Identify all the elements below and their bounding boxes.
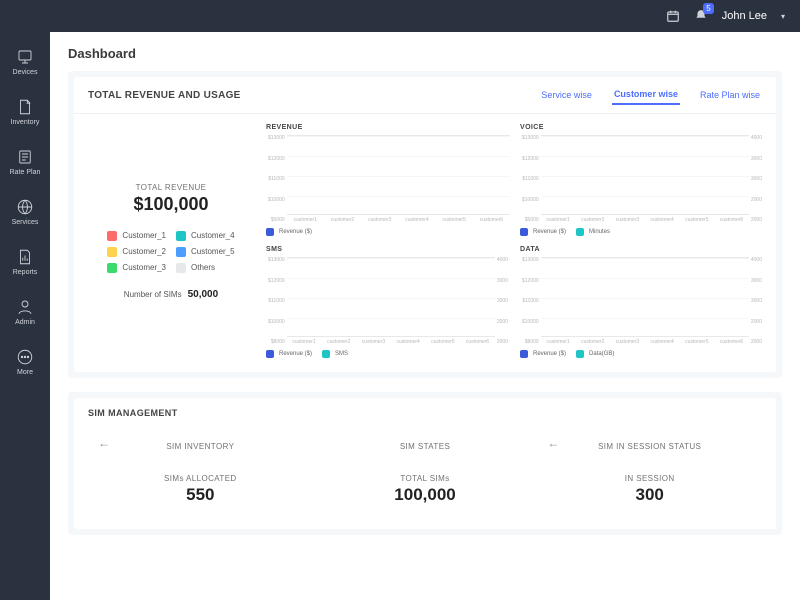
chevron-down-icon[interactable]: ▾ [781,12,785,21]
sidebar-item-rate-plan[interactable]: Rate Plan [0,146,50,178]
tab-service-wise[interactable]: Service wise [539,86,594,104]
legend-item: Customer_3 [107,263,166,273]
sim-col-inventory: ← SIM INVENTORY [88,436,313,454]
charts-grid: REVENUE$13000$12000$11000$10000$5000cust… [266,124,764,358]
sidebar-item-more[interactable]: More [0,346,50,378]
tab-rate-plan-wise[interactable]: Rate Plan wise [698,86,762,104]
topbar: 5 John Lee ▾ [0,0,800,32]
total-revenue-value: $100,000 [133,194,208,215]
customer-legend: Customer_1 Customer_4 Customer_2 Customer_5… [107,231,234,273]
sim-col-session: ← SIM IN SESSION STATUS [537,436,762,454]
sidebar-item-reports[interactable]: Reports [0,246,50,278]
chart-voice: VOICE$13000$12000$11000$10000$5000custom… [520,124,764,236]
legend-item: Customer_4 [176,231,235,241]
notification-badge: 5 [703,3,713,14]
chart-data: DATA$13000$12000$11000$10000$8000custome… [520,246,764,358]
user-name[interactable]: John Lee [722,10,767,22]
sims-count-value: 50,000 [188,289,219,300]
sidebar-item-admin[interactable]: Admin [0,296,50,328]
stat-sims-allocated: SIMs ALLOCATED 550 [88,474,313,505]
notification-icon[interactable]: 5 [694,9,708,23]
tab-customer-wise[interactable]: Customer wise [612,85,680,105]
sims-count-label: Number of SIMs [124,290,182,299]
stat-total-sims: TOTAL SIMs 100,000 [313,474,538,505]
legend-item: Customer_5 [176,247,235,257]
sidebar: Devices Inventory Rate Plan Services Rep… [0,32,50,600]
revenue-summary: TOTAL REVENUE $100,000 Customer_1Custome… [86,124,256,358]
sidebar-item-inventory[interactable]: Inventory [0,96,50,128]
sim-col-states: SIM STATES [313,436,538,454]
calendar-icon[interactable] [666,9,680,23]
legend-item: Customer_1 [107,231,166,241]
total-revenue-label: TOTAL REVENUE [133,183,208,192]
stat-in-session: IN SESSION 300 [537,474,762,505]
sim-management-card: SIM MANAGEMENT ← SIM INVENTORY SIM STATE… [68,392,782,535]
revenue-card-title: TOTAL REVENUE AND USAGE [88,90,241,101]
revenue-card: TOTAL REVENUE AND USAGE Service wise Cus… [68,71,782,378]
main-content: Dashboard TOTAL REVENUE AND USAGE Servic… [50,32,800,600]
page-title: Dashboard [68,46,782,61]
sidebar-item-services[interactable]: Services [0,196,50,228]
chart-revenue: REVENUE$13000$12000$11000$10000$5000cust… [266,124,510,236]
revenue-tabs-row: TOTAL REVENUE AND USAGE Service wise Cus… [74,77,776,114]
arrow-left-icon[interactable]: ← [547,436,559,450]
sidebar-item-devices[interactable]: Devices [0,46,50,78]
legend-item: Customer_2 [107,247,166,257]
arrow-left-icon[interactable]: ← [98,436,110,450]
legend-item: Others [176,263,235,273]
sim-card-title: SIM MANAGEMENT [74,398,776,428]
chart-sms: SMS$13000$12000$11000$10000$8000customer… [266,246,510,358]
